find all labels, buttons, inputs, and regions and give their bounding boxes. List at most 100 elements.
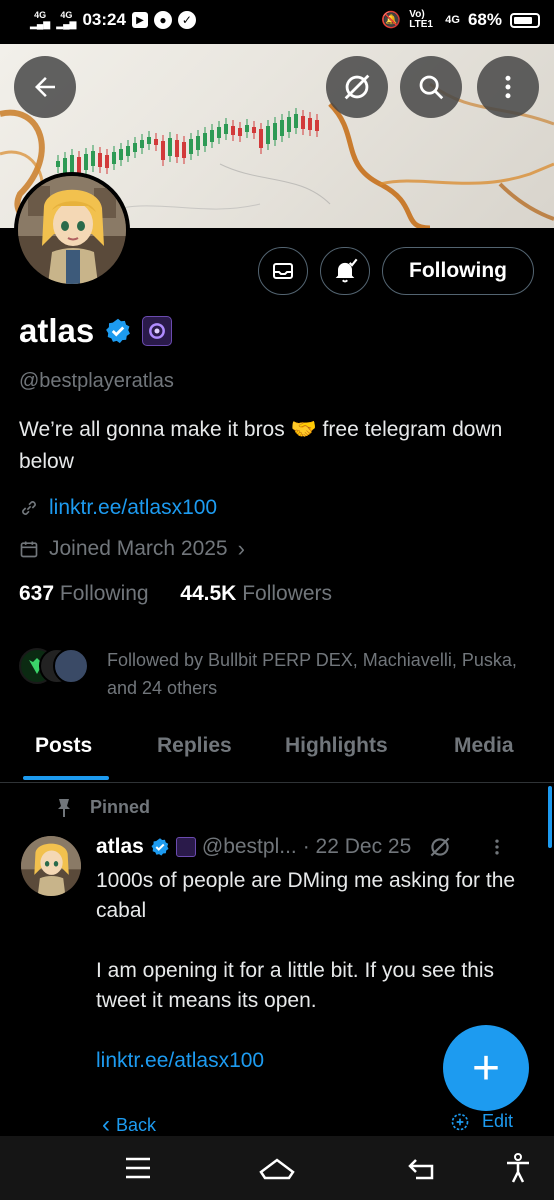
tab-media[interactable]: Media [454,734,514,758]
grok-button[interactable] [326,56,388,118]
battery-percent: 68% [467,10,502,29]
candle-body [273,123,277,140]
more-button[interactable] [477,56,539,118]
followed-by[interactable]: Followed by Bullbit PERP DEX, Machiavell… [19,646,539,702]
candle-body [175,140,179,157]
signal-icon: 4G ▂▄▆ [56,10,77,29]
candle-body [182,142,186,158]
chevron-right-icon: › [237,536,245,561]
candle-body [154,139,158,145]
candle-body [301,116,305,129]
tab-posts[interactable]: Posts [35,734,92,758]
chevron-left-icon: ‹ [102,1111,110,1138]
profile-bio: We’re all gonna make it bros 🤝 free tele… [19,418,503,473]
scrollbar[interactable] [548,786,552,848]
compose-button[interactable]: + [443,1025,529,1111]
tweet-author[interactable]: atlas [96,835,144,859]
arrow-left-icon [35,77,55,97]
tweet-header: atlas @bestpl... · 22 Dec 25 [96,834,507,860]
chat-icon: ● [153,11,172,29]
back-nav-icon [408,1159,434,1180]
follow-counts: 637 Following 44.5K Followers [19,582,332,606]
tweet-line: 1000s of people are DMing me asking for … [96,869,516,922]
link-icon [22,501,36,515]
message-button[interactable] [258,247,308,295]
candle-body [161,141,165,160]
edit-link[interactable]: Edit [450,1111,513,1132]
affiliate-badge-icon [142,316,173,346]
back-nav-button[interactable] [402,1150,442,1186]
tweet-line: I am opening it for a little bit. If you… [96,959,495,1012]
candle-body [238,128,242,136]
system-nav-bar [0,1136,554,1200]
back-button[interactable] [14,56,76,118]
grok-icon [344,74,370,100]
clock: 03:24 [82,10,126,29]
candle-body [266,126,270,144]
followed-by-text: Followed by Bullbit PERP DEX, Machiavell… [107,650,517,698]
tab-replies[interactable]: Replies [157,734,232,758]
following-button[interactable]: Following [382,247,534,295]
play-icon: ▶ [131,12,148,28]
candle-body [210,130,214,142]
candle-body [147,137,151,144]
active-tab-indicator [23,776,109,780]
mutual-avatars [19,646,95,686]
home-icon [259,1158,295,1180]
following-count-link[interactable]: 637 Following [19,582,149,605]
tab-highlights[interactable]: Highlights [285,734,388,758]
candle-body [259,129,263,148]
notifications-button[interactable] [320,247,370,295]
tweet-handle[interactable]: @bestpl... [202,835,297,859]
profile-handle: @bestplayeratlas [19,370,174,392]
accessibility-button[interactable] [498,1150,538,1186]
carrier-label: Vo) LTE1 [409,9,433,30]
affiliate-badge-icon [175,837,196,857]
accessibility-icon [507,1153,529,1183]
joined-date: Joined March 2025 [49,537,228,560]
status-bar: 4G ▂▄▆ 4G ▂▄▆ 03:24 ▶ ● ✓ 🔕 Vo) LTE1 4G 68… [0,0,554,44]
mail-icon [273,263,293,279]
candle-body [70,155,74,173]
candle-body [196,136,200,150]
candle-body [98,153,102,167]
menu-button[interactable] [118,1150,158,1186]
back-link[interactable]: ‹ Back [102,1111,156,1139]
profile-link[interactable]: linktr.ee/atlasx100 [49,496,217,520]
candle-body [189,139,193,154]
mute-icon: 🔕 [381,12,402,29]
candle-body [112,152,116,164]
more-vertical-icon[interactable] [487,836,507,858]
pin-icon [58,798,70,817]
candle-body [308,118,312,130]
home-button[interactable] [257,1150,297,1186]
search-button[interactable] [400,56,462,118]
followers-count-link[interactable]: 44.5K Followers [180,582,332,605]
mutual-avatar [53,648,89,684]
candle-body [203,133,207,146]
grok-icon[interactable] [427,834,453,860]
battery-icon [510,12,540,28]
verified-badge-icon [106,318,131,344]
profile-tabs: Posts Replies Highlights Media [0,716,554,783]
candle-body [245,125,249,132]
tweet-date[interactable]: · 22 Dec 25 [303,835,412,859]
joined-row[interactable]: Joined March 2025 › [19,536,245,562]
avatar-illustration [18,176,126,284]
check-icon: ✓ [177,11,196,29]
candle-body [119,149,123,160]
candlestick-decoration [56,108,319,183]
candle-body [56,161,60,167]
candle-body [252,127,256,133]
candle-body [91,151,95,166]
candle-body [84,154,88,170]
tweet-avatar[interactable] [21,836,81,896]
candle-body [294,114,298,128]
profile-name: atlas [19,312,95,349]
profile-avatar[interactable] [14,172,130,288]
profile-link-row: linktr.ee/atlasx100 [19,496,217,520]
candle-body [105,155,109,168]
candle-body [224,124,228,134]
candle-body [315,120,319,131]
verified-badge-icon [151,838,169,856]
